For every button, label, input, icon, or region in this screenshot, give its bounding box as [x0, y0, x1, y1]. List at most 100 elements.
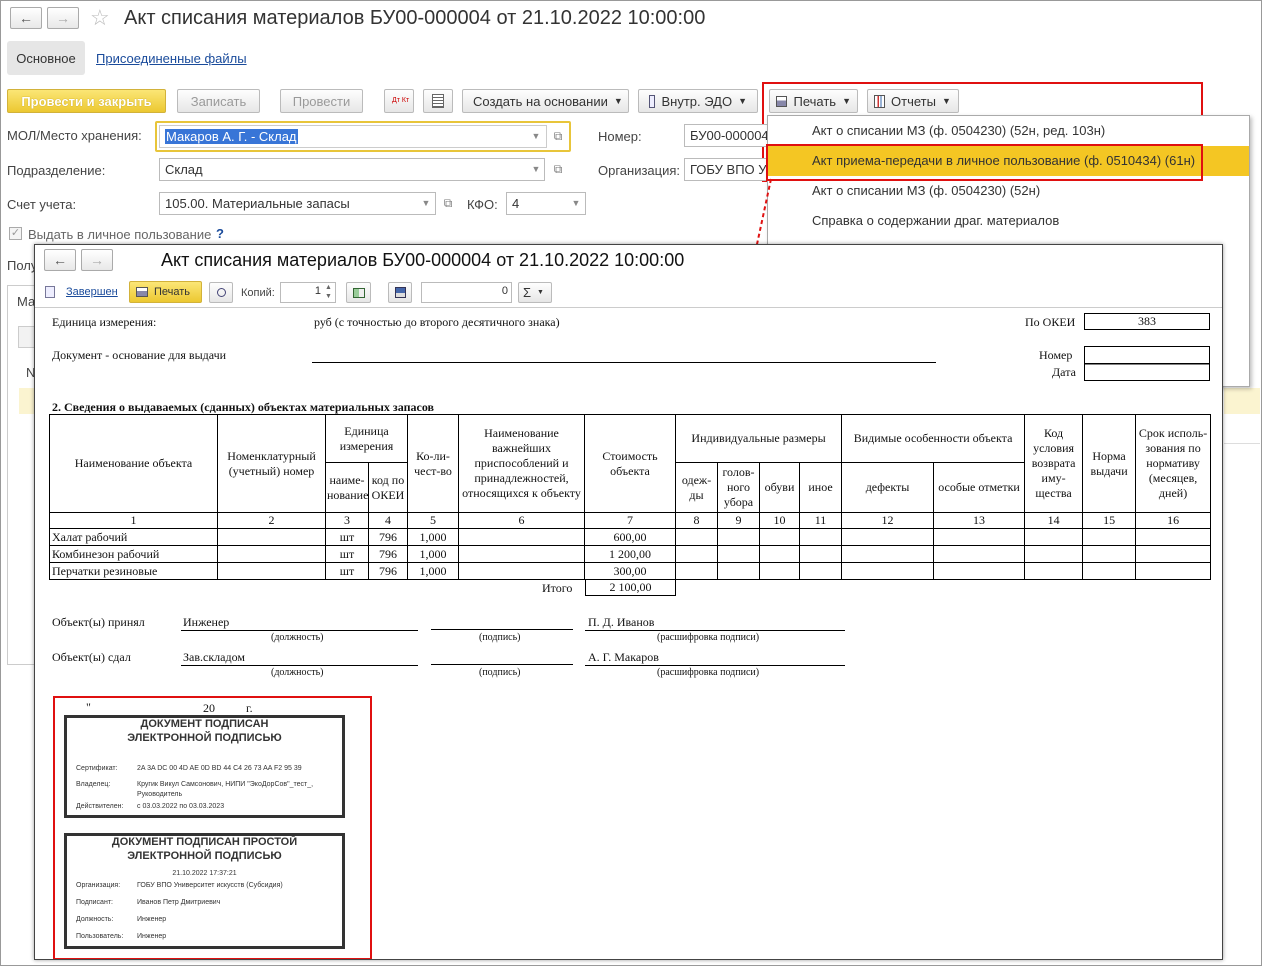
number-label: Номер: — [598, 129, 642, 144]
dtkt-button[interactable]: Дт Кт — [384, 89, 414, 113]
account-field[interactable]: 105.00. Материальные запасы — [159, 192, 436, 215]
col-num: 1 — [49, 512, 218, 529]
row-cost: 300,00 — [584, 562, 676, 580]
status-link[interactable]: Завершен — [66, 286, 118, 298]
col-num: 8 — [675, 512, 718, 529]
accepted-position: Инженер — [181, 615, 418, 631]
kfo-dropdown-icon[interactable]: ▼ — [566, 194, 586, 213]
dept-open-icon[interactable]: ⧉ — [549, 160, 567, 179]
journal-button[interactable] — [423, 89, 453, 113]
reports-button[interactable]: Отчеты ▼ — [867, 89, 959, 113]
doc-number-label: Номер — [1039, 348, 1073, 362]
row-unit: шт — [325, 562, 369, 580]
right-row-line — [1224, 443, 1260, 444]
help-icon[interactable]: ? — [216, 226, 224, 241]
row-name: Перчатки резиновые — [49, 562, 218, 580]
post-and-close-label: Провести и закрыть — [21, 93, 152, 109]
cap-position-1: (должность) — [271, 632, 324, 643]
col-num: 16 — [1135, 512, 1212, 529]
cap-sign-2: (подпись) — [479, 667, 521, 678]
print-menu-item-3-label: Акт о списании МЗ (ф. 0504230) (52н) — [812, 183, 1041, 198]
accepted-sign-line — [431, 629, 573, 630]
table-row: Перчатки резиновые шт 796 1,000 300,00 — [49, 562, 1212, 580]
col-num: 11 — [798, 512, 843, 529]
partial-tab: Ма — [17, 294, 36, 309]
right-row-highlight — [1224, 388, 1260, 414]
col-num: 10 — [759, 512, 800, 529]
list-icon — [432, 94, 444, 108]
back-button[interactable]: ← — [10, 7, 42, 29]
favorite-star-icon[interactable]: ☆ — [90, 5, 110, 31]
preview-zoom-button[interactable] — [209, 282, 233, 303]
printer-icon — [136, 287, 148, 297]
th-size-shoes: обуви — [759, 462, 800, 513]
th-unit: Единица измерения — [325, 414, 408, 463]
tab-attached-files[interactable]: Присоединенные файлы — [96, 51, 247, 66]
dept-field[interactable]: Склад — [159, 158, 545, 181]
row-cost: 1 200,00 — [584, 545, 676, 563]
floppy-icon — [394, 287, 406, 298]
cap-position-2: (должность) — [271, 667, 324, 678]
row-code: 796 — [368, 545, 408, 563]
export-button[interactable] — [346, 282, 371, 303]
col-num: 15 — [1082, 512, 1137, 529]
preview-title: Акт списания материалов БУ00-000004 от 2… — [161, 250, 685, 270]
preview-back-button[interactable]: ← — [44, 249, 76, 271]
cap-decode-2: (расшифровка подписи) — [657, 667, 760, 678]
print-menu-item-1[interactable]: Акт о списании МЗ (ф. 0504230) (52н, ред… — [768, 116, 1249, 146]
table-row: Халат рабочий шт 796 1,000 600,00 — [49, 528, 1212, 546]
preview-print-button[interactable]: Печать — [129, 281, 202, 303]
preview-forward-button[interactable]: → — [81, 249, 113, 271]
post-and-close-button[interactable]: Провести и закрыть — [7, 89, 166, 113]
edo-button[interactable]: Внутр. ЭДО ▼ — [638, 89, 758, 113]
edo-doc-icon — [649, 94, 656, 108]
handed-sign-line — [431, 664, 573, 665]
col-num: 4 — [368, 512, 408, 529]
handed-position: Зав.складом — [181, 650, 418, 666]
preview-window: ← → Акт списания материалов БУ00-000004 … — [34, 244, 1223, 960]
save-file-button[interactable] — [388, 282, 412, 303]
col-num: 12 — [841, 512, 935, 529]
col-num: 7 — [584, 512, 676, 529]
status-doc-icon — [45, 286, 55, 298]
post-button[interactable]: Провести — [280, 89, 363, 113]
tab-main[interactable]: Основное — [7, 41, 85, 75]
cap-sign-1: (подпись) — [479, 632, 521, 643]
chevron-down-icon: ▼ — [941, 96, 951, 106]
forward-button[interactable]: → — [47, 7, 79, 29]
number-field[interactable]: БУ00-000004 — [684, 124, 768, 147]
row-unit: шт — [325, 545, 369, 563]
dept-value: Склад — [165, 162, 203, 177]
th-marks: особые отметки — [933, 462, 1026, 513]
chevron-down-icon: ▼ — [613, 96, 623, 106]
create-based-on-button[interactable]: Создать на основании ▼ — [462, 89, 629, 113]
sum-field[interactable]: 0 — [421, 282, 512, 303]
partial-label: Полу — [7, 258, 38, 273]
save-label: Записать — [190, 93, 247, 109]
th-nomen: Номенклатурный (учетный) номер — [217, 414, 326, 513]
dept-label: Подразделение: — [7, 163, 106, 178]
account-label: Счет учета: — [7, 197, 77, 212]
account-open-icon[interactable]: ⧉ — [439, 194, 457, 213]
copies-stepper-icon[interactable]: ▲ ▼ — [323, 283, 334, 302]
copies-label: Копий: — [241, 287, 275, 299]
mol-open-icon[interactable]: ⧉ — [549, 127, 567, 146]
okei-value: 383 — [1084, 313, 1210, 330]
chevron-down-icon: ▼ — [537, 289, 544, 296]
sum-mode-button[interactable]: Σ ▼ — [518, 282, 552, 303]
save-button[interactable]: Записать — [177, 89, 260, 113]
th-defects: дефекты — [841, 462, 935, 513]
th-size-hat: голов-ного убора — [717, 462, 760, 513]
print-button[interactable]: Печать ▼ — [769, 89, 858, 113]
section-title: 2. Сведения о выдаваемых (сданных) объек… — [52, 400, 435, 414]
report-icon — [874, 94, 885, 108]
personal-use-checkbox[interactable]: ✓ — [9, 227, 22, 240]
print-menu-item-4[interactable]: Справка о содержании драг. материалов — [768, 206, 1249, 236]
number-value: БУ00-000004 — [690, 128, 768, 143]
mol-field[interactable]: Макаров А. Г. - Склад — [159, 125, 547, 148]
account-dropdown-icon[interactable]: ▼ — [416, 194, 436, 213]
kfo-value: 4 — [512, 196, 520, 211]
dept-dropdown-icon[interactable]: ▼ — [526, 160, 546, 179]
mol-dropdown-icon[interactable]: ▼ — [526, 127, 546, 146]
th-unit-name: наиме-нование — [325, 462, 369, 513]
